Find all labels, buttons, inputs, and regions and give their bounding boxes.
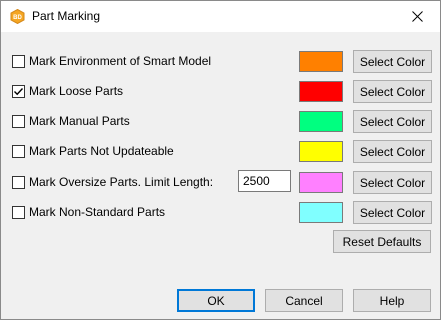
color-swatch: [299, 51, 343, 72]
option-label: Mark Loose Parts: [29, 84, 124, 98]
checkbox-non-standard[interactable]: [12, 206, 25, 219]
checkbox-manual-parts[interactable]: [12, 115, 25, 128]
ok-button[interactable]: OK: [177, 289, 255, 312]
limit-length-input[interactable]: [238, 170, 291, 192]
checkbox-not-updateable[interactable]: [12, 145, 25, 158]
option-label: Mark Manual Parts: [29, 114, 130, 128]
color-swatch: [299, 202, 343, 223]
checkmark-icon: [14, 88, 24, 96]
option-label: Mark Environment of Smart Model: [29, 54, 212, 68]
checkbox-loose-parts[interactable]: [12, 85, 25, 98]
select-color-button[interactable]: Select Color: [353, 201, 432, 224]
part-marking-dialog: BD Part Marking Mark Environment of Smar…: [0, 0, 441, 320]
option-label: Mark Parts Not Updateable: [29, 144, 174, 158]
option-row-not-updateable: Mark Parts Not Updateable Select Color: [11, 140, 432, 163]
color-swatch: [299, 81, 343, 102]
select-color-button[interactable]: Select Color: [353, 140, 432, 163]
title-bar: BD Part Marking: [1, 1, 440, 32]
cancel-button[interactable]: Cancel: [265, 289, 343, 312]
select-color-button[interactable]: Select Color: [353, 171, 432, 194]
option-label: Mark Oversize Parts. Limit Length:: [29, 175, 214, 189]
option-row-oversize-parts: Mark Oversize Parts. Limit Length: Selec…: [11, 170, 432, 194]
window-title: Part Marking: [32, 9, 101, 23]
color-swatch: [299, 172, 343, 193]
color-swatch: [299, 111, 343, 132]
option-row-environment: Mark Environment of Smart Model Select C…: [11, 50, 432, 73]
checkbox-environment[interactable]: [12, 55, 25, 68]
app-logo-icon: BD: [10, 9, 25, 24]
option-label: Mark Non-Standard Parts: [29, 205, 166, 219]
option-row-non-standard: Mark Non-Standard Parts Select Color: [11, 201, 432, 224]
color-swatch: [299, 141, 343, 162]
option-row-loose-parts: Mark Loose Parts Select Color: [11, 80, 432, 103]
reset-defaults-button[interactable]: Reset Defaults: [333, 230, 431, 253]
select-color-button[interactable]: Select Color: [353, 50, 432, 73]
close-icon: [412, 11, 423, 22]
close-button[interactable]: [395, 1, 440, 32]
select-color-button[interactable]: Select Color: [353, 110, 432, 133]
select-color-button[interactable]: Select Color: [353, 80, 432, 103]
checkbox-oversize-parts[interactable]: [12, 176, 25, 189]
help-button[interactable]: Help: [353, 289, 431, 312]
svg-text:BD: BD: [13, 15, 22, 21]
option-row-manual-parts: Mark Manual Parts Select Color: [11, 110, 432, 133]
